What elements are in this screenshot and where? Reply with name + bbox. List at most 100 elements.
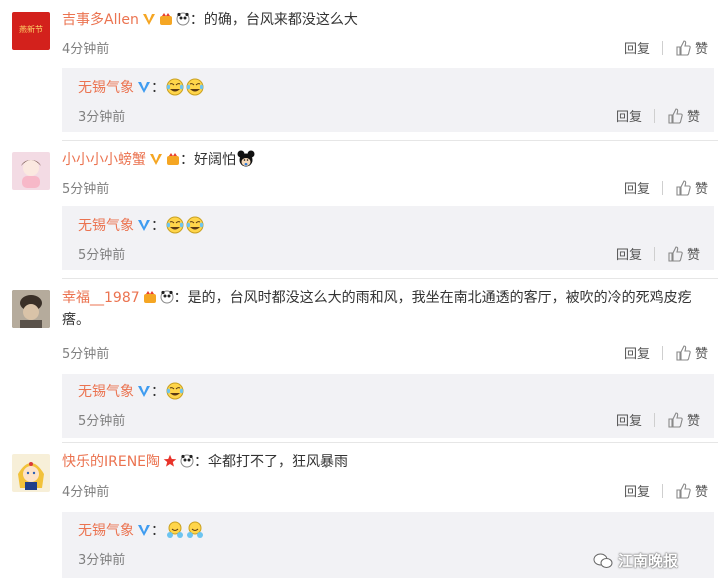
comment-actions: 回复 赞 (624, 481, 708, 500)
comment-username[interactable]: 小小小小螃蟹 (62, 152, 146, 168)
reply-button[interactable]: 回复 (616, 410, 642, 429)
hug-emoji-icon (187, 521, 203, 538)
reply-time: 3分钟前 (78, 553, 126, 568)
avatar-text: 燕新节 (19, 25, 43, 34)
comment-actions: 回复 赞 (624, 178, 708, 197)
reply-button[interactable]: 回复 (624, 343, 650, 362)
avatar[interactable]: 燕新节 (12, 12, 50, 50)
reply-line: 无锡气象 ： (78, 77, 205, 99)
avatar[interactable] (12, 290, 50, 328)
verified-v-icon (138, 220, 150, 231)
reply-time: 3分钟前 (78, 110, 126, 125)
reply-text: ： (151, 523, 165, 539)
action-separator (661, 345, 663, 360)
reply-box: 无锡气象 ： 3分钟前 回复 赞 (62, 68, 714, 132)
reply-button[interactable]: 回复 (624, 178, 650, 197)
wechat-icon (593, 553, 613, 568)
verified-v-icon (150, 154, 162, 165)
laugh-cry-emoji-icon (166, 216, 184, 234)
comment-line: 幸福__1987 ：是的，台风时都没这么大的雨和风，我坐在南北通透的客厅，被吹的冷… (62, 287, 708, 331)
avatar-cartoon-icon (18, 462, 44, 490)
verified-v-icon (142, 14, 155, 25)
avatar-illustration-icon (21, 160, 41, 188)
like-button[interactable]: 赞 (687, 410, 700, 429)
reply-username[interactable]: 无锡气象 (78, 384, 134, 400)
reply-line: 无锡气象 ： (78, 381, 185, 403)
reply-line: 无锡气象 ： (78, 520, 205, 542)
reply-username[interactable]: 无锡气象 (78, 80, 134, 96)
reply-time: 5分钟前 (78, 248, 126, 263)
reply-text: ： (151, 384, 165, 400)
action-separator (661, 40, 663, 55)
red-star-icon (163, 454, 177, 467)
action-separator (653, 246, 655, 261)
verified-v-icon (138, 525, 150, 536)
hug-emoji-icon (167, 521, 183, 538)
reply-button[interactable]: 回复 (624, 481, 650, 500)
comment-actions: 回复 赞 (624, 343, 708, 362)
comment-username[interactable]: 吉事多Allen (62, 12, 139, 28)
like-button[interactable]: 赞 (695, 343, 708, 362)
comment-username[interactable]: 快乐的IRENE陶 (62, 454, 160, 470)
comment-line: 快乐的IRENE陶 ：伞都打不了，狂风暴雨 (62, 451, 702, 473)
avatar[interactable] (12, 152, 50, 190)
reply-box: 无锡气象 ： 5分钟前 回复 赞 (62, 374, 714, 438)
comment-time: 5分钟前 (62, 347, 110, 362)
comment-time: 4分钟前 (62, 485, 110, 500)
comment-time: 4分钟前 (62, 42, 110, 57)
watermark: 江南晚报 (593, 550, 678, 571)
like-button[interactable]: 赞 (687, 244, 700, 263)
reply-actions: 回复 赞 (616, 106, 700, 125)
comment-line: 小小小小螃蟹 ：好阔怕 (62, 149, 702, 171)
reply-actions: 回复 赞 (616, 244, 700, 263)
comment-divider (62, 140, 718, 141)
vip-crown-icon (167, 153, 179, 165)
avatar[interactable] (12, 454, 50, 492)
reply-button[interactable]: 回复 (616, 244, 642, 263)
comment-actions: 回复 赞 (624, 38, 708, 57)
reply-username[interactable]: 无锡气象 (78, 218, 134, 234)
mickey-emoji-icon (237, 150, 255, 167)
reply-actions: 回复 赞 (616, 410, 700, 429)
comment-text: ：的确，台风来都没这么大 (189, 12, 358, 28)
panda-badge-icon (176, 12, 190, 26)
vip-crown-icon (143, 291, 156, 303)
verified-v-icon (138, 82, 150, 93)
reply-time: 5分钟前 (78, 414, 126, 429)
thumbs-up-icon[interactable] (675, 39, 691, 56)
action-separator (661, 180, 663, 195)
reply-text: ： (151, 80, 165, 96)
like-button[interactable]: 赞 (695, 38, 708, 57)
thumbs-up-icon[interactable] (675, 344, 691, 361)
action-separator (653, 412, 655, 427)
thumbs-up-icon[interactable] (667, 245, 683, 262)
reply-line: 无锡气象 ： (78, 215, 205, 237)
thumbs-up-icon[interactable] (667, 411, 683, 428)
watermark-text: 江南晚报 (617, 552, 678, 570)
action-separator (661, 483, 663, 498)
thumbs-up-icon[interactable] (675, 482, 691, 499)
reply-username[interactable]: 无锡气象 (78, 523, 134, 539)
vip-crown-icon (159, 13, 172, 25)
laugh-cry-emoji-icon (186, 78, 204, 96)
laugh-cry-emoji-icon (186, 216, 204, 234)
avatar-photo-icon (12, 290, 50, 328)
reply-text: ： (151, 218, 165, 234)
panda-badge-icon (180, 454, 194, 468)
like-button[interactable]: 赞 (695, 178, 708, 197)
reply-button[interactable]: 回复 (624, 38, 650, 57)
like-button[interactable]: 赞 (695, 481, 708, 500)
action-separator (653, 108, 655, 123)
like-button[interactable]: 赞 (687, 106, 700, 125)
thumbs-up-icon[interactable] (667, 107, 683, 124)
verified-v-icon (138, 386, 150, 397)
thumbs-up-icon[interactable] (675, 179, 691, 196)
panda-badge-icon (160, 290, 174, 304)
reply-box: 无锡气象 ： 5分钟前 回复 赞 (62, 206, 714, 270)
laugh-cry-emoji-icon (166, 78, 184, 96)
reply-button[interactable]: 回复 (616, 106, 642, 125)
comment-line: 吉事多Allen ：的确，台风来都没这么大 (62, 9, 702, 31)
comment-text: ：伞都打不了，狂风暴雨 (194, 454, 349, 470)
comment-username[interactable]: 幸福__1987 (62, 290, 140, 306)
comment-divider (62, 442, 718, 443)
